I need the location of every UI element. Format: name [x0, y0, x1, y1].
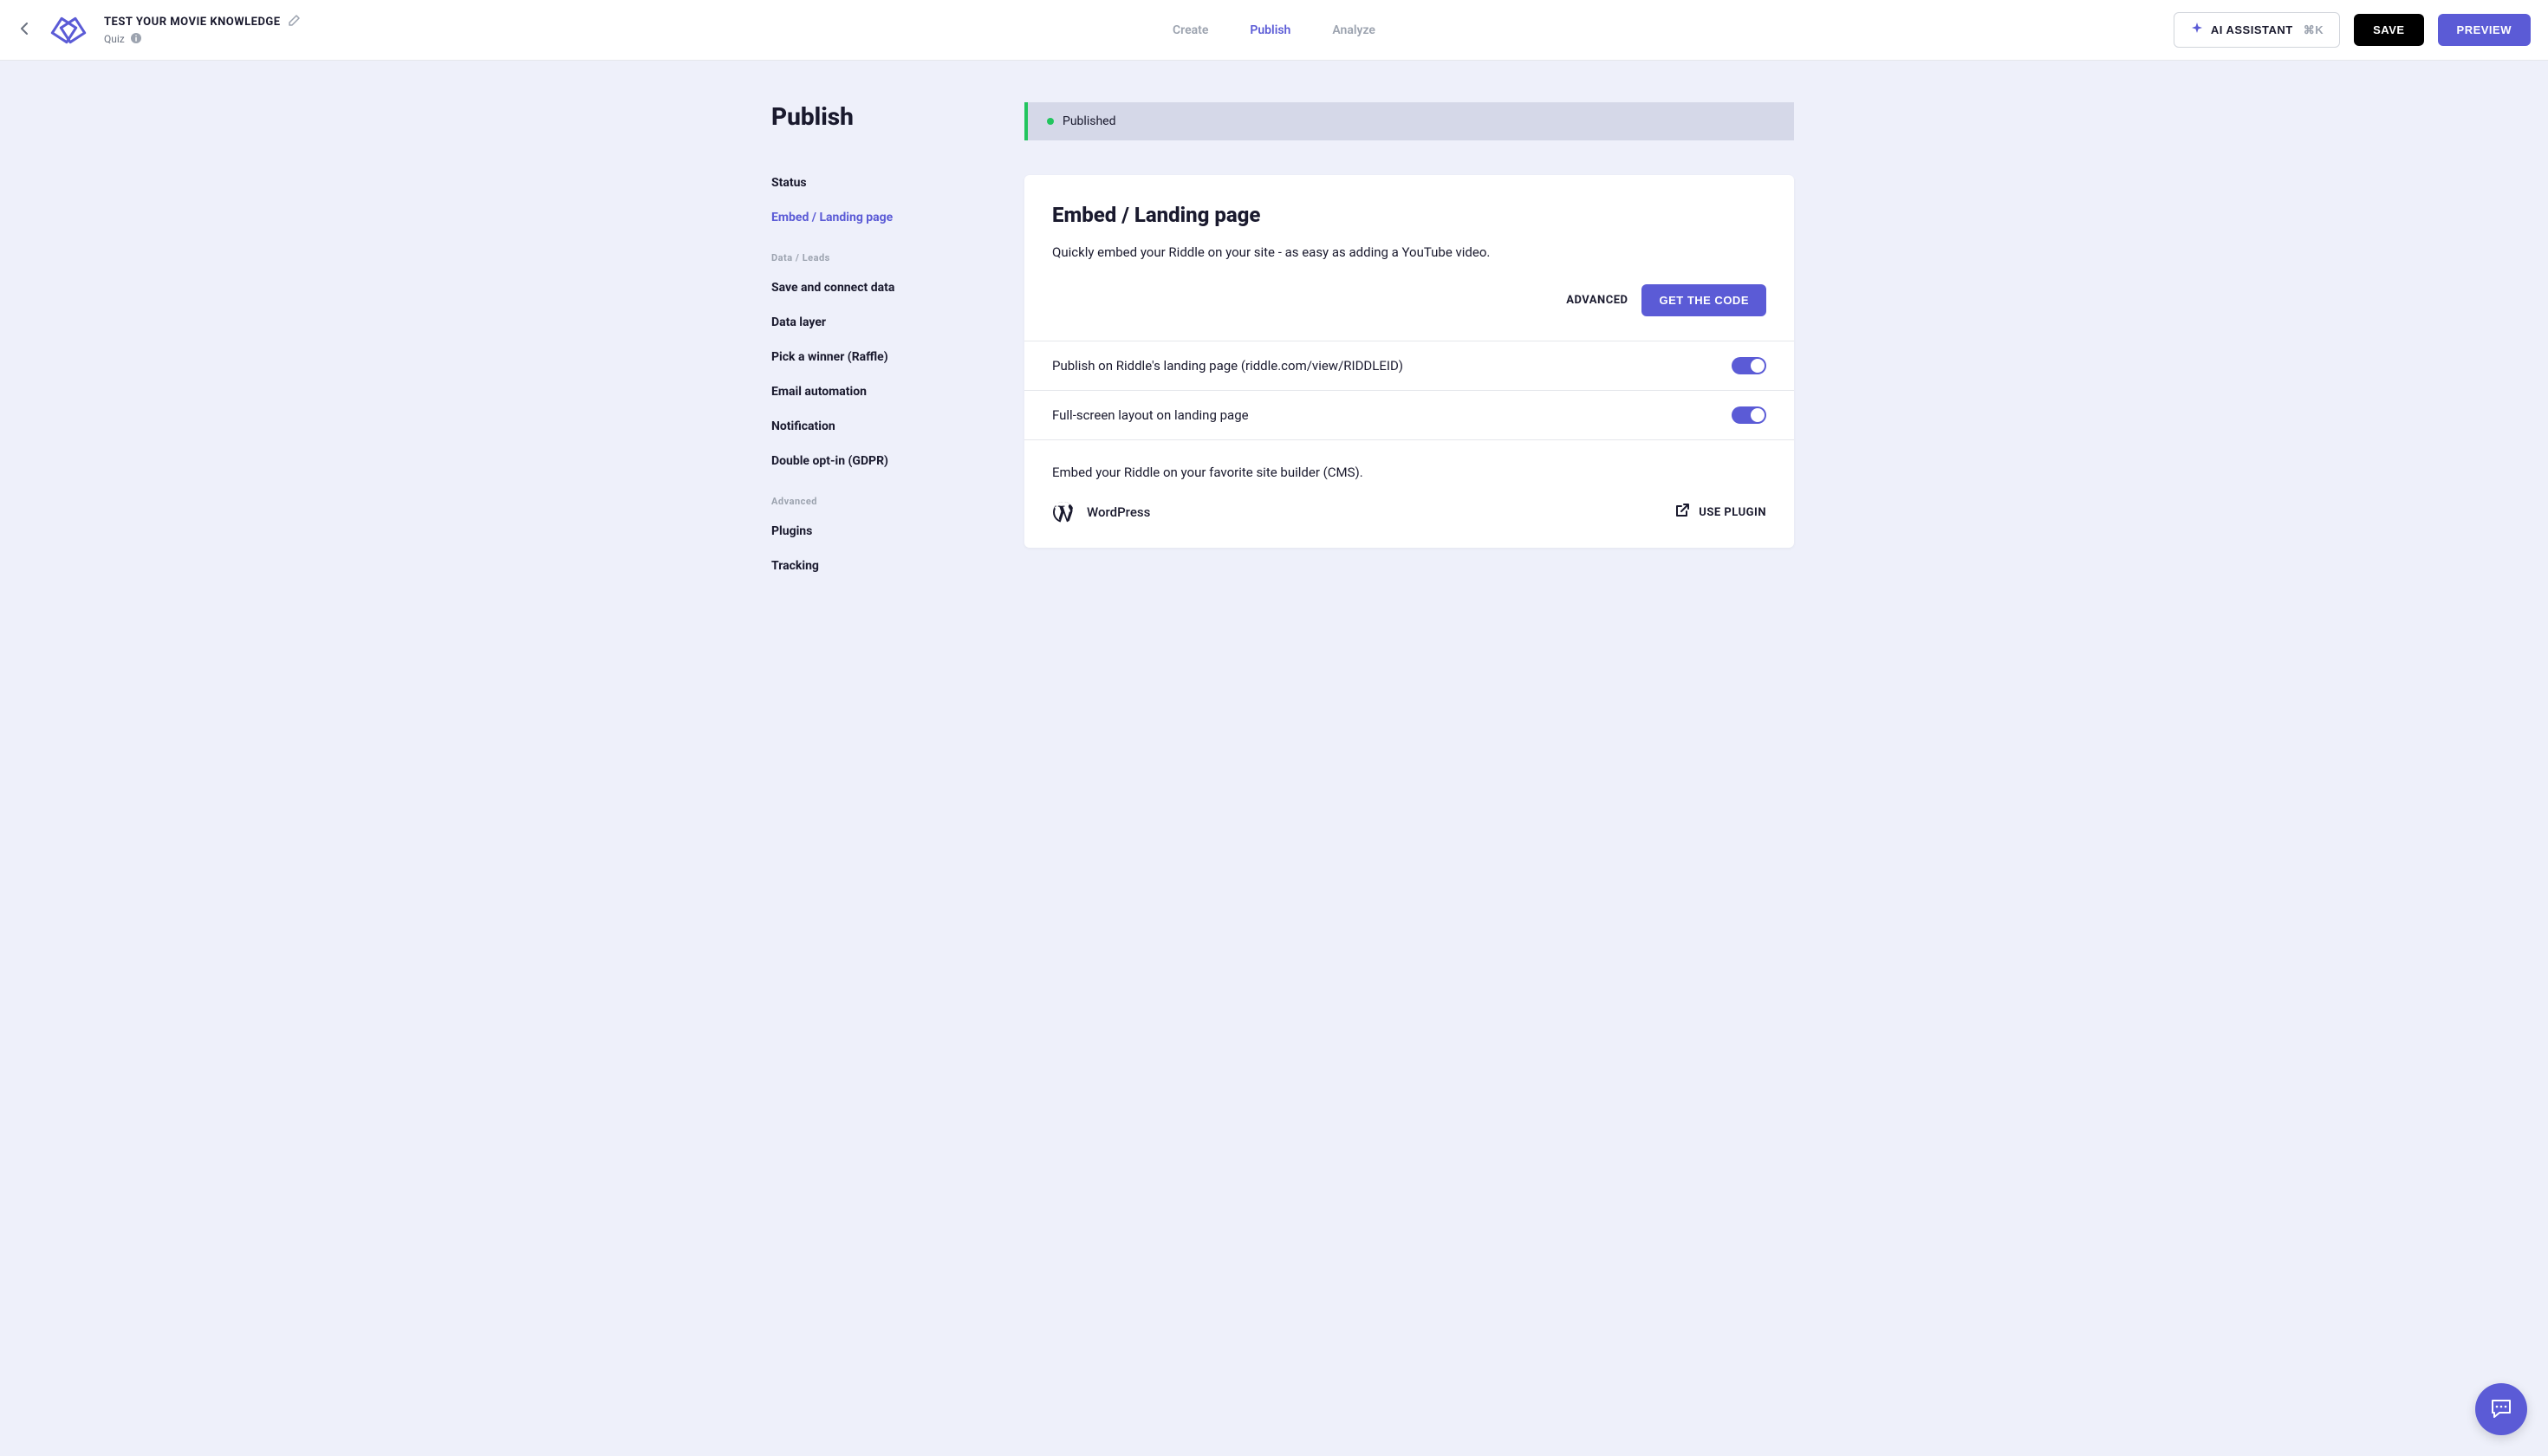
toggle-row-fullscreen: Full-screen layout on landing page	[1024, 390, 1794, 439]
cms-section: Embed your Riddle on your favorite site …	[1024, 439, 1794, 548]
status-bar: Published	[1024, 102, 1794, 140]
card-description: Quickly embed your Riddle on your site -…	[1052, 244, 1766, 260]
external-link-icon	[1674, 503, 1690, 522]
card-title: Embed / Landing page	[1052, 203, 1766, 227]
toggle-fullscreen[interactable]	[1732, 406, 1766, 424]
sidebar: Publish Status Embed / Landing page Data…	[754, 102, 997, 583]
cms-description: Embed your Riddle on your favorite site …	[1052, 465, 1766, 480]
subtitle-row: Quiz	[104, 32, 300, 47]
ai-assistant-button[interactable]: AI ASSISTANT ⌘K	[2174, 12, 2340, 48]
advanced-link[interactable]: ADVANCED	[1566, 284, 1628, 316]
sidebar-item-raffle[interactable]: Pick a winner (Raffle)	[771, 340, 997, 374]
toggle-label-landing: Publish on Riddle's landing page (riddle…	[1052, 358, 1403, 374]
card-actions: ADVANCED GET THE CODE	[1052, 284, 1766, 316]
page-title: Publish	[771, 102, 997, 131]
chat-button[interactable]	[2475, 1383, 2527, 1435]
quiz-type: Quiz	[104, 33, 125, 45]
sidebar-item-gdpr[interactable]: Double opt-in (GDPR)	[771, 444, 997, 478]
quiz-title: TEST YOUR MOVIE KNOWLEDGE	[104, 16, 281, 29]
sidebar-item-data-layer[interactable]: Data layer	[771, 305, 997, 340]
toggle-label-fullscreen: Full-screen layout on landing page	[1052, 407, 1249, 423]
edit-icon[interactable]	[288, 14, 300, 30]
use-plugin-label: USE PLUGIN	[1699, 506, 1766, 519]
header-left: TEST YOUR MOVIE KNOWLEDGE Quiz	[17, 11, 300, 49]
sidebar-item-tracking[interactable]: Tracking	[771, 549, 997, 583]
toggle-landing-page[interactable]	[1732, 357, 1766, 374]
ai-shortcut: ⌘K	[2304, 23, 2324, 37]
status-text: Published	[1063, 114, 1115, 128]
wordpress-icon	[1052, 501, 1075, 523]
sidebar-item-status[interactable]: Status	[771, 166, 997, 200]
sidebar-section-data: Data / Leads	[771, 235, 997, 270]
toggle-row-landing-page: Publish on Riddle's landing page (riddle…	[1024, 341, 1794, 390]
sidebar-item-save-connect[interactable]: Save and connect data	[771, 270, 997, 305]
sidebar-section-advanced: Advanced	[771, 478, 997, 514]
chevron-left-icon	[21, 23, 28, 35]
sparkle-icon	[2190, 22, 2204, 38]
tab-analyze[interactable]: Analyze	[1332, 23, 1375, 37]
app-header: TEST YOUR MOVIE KNOWLEDGE Quiz Create Pu…	[0, 0, 2548, 61]
ai-assistant-label: AI ASSISTANT	[2211, 23, 2293, 36]
card-header: Embed / Landing page Quickly embed your …	[1024, 175, 1794, 341]
chat-icon	[2489, 1397, 2513, 1421]
sidebar-item-notification[interactable]: Notification	[771, 409, 997, 444]
use-plugin-link[interactable]: USE PLUGIN	[1674, 503, 1766, 522]
tab-create[interactable]: Create	[1173, 23, 1208, 37]
cms-name-wordpress: WordPress	[1087, 504, 1150, 520]
cms-row-wordpress: WordPress USE PLUGIN	[1052, 501, 1766, 523]
sidebar-item-email[interactable]: Email automation	[771, 374, 997, 409]
sidebar-item-embed[interactable]: Embed / Landing page	[771, 200, 997, 235]
content-area: Published Embed / Landing page Quickly e…	[1024, 102, 1794, 583]
get-code-button[interactable]: GET THE CODE	[1641, 284, 1766, 316]
embed-card: Embed / Landing page Quickly embed your …	[1024, 175, 1794, 548]
status-dot-icon	[1047, 118, 1054, 125]
back-button[interactable]	[17, 19, 31, 41]
main-content: Publish Status Embed / Landing page Data…	[754, 61, 1794, 625]
cms-left: WordPress	[1052, 501, 1150, 523]
header-right: AI ASSISTANT ⌘K SAVE PREVIEW	[2174, 12, 2531, 48]
tab-publish[interactable]: Publish	[1250, 23, 1290, 37]
preview-button[interactable]: PREVIEW	[2438, 14, 2531, 46]
header-nav: Create Publish Analyze	[1173, 23, 1375, 37]
sidebar-item-plugins[interactable]: Plugins	[771, 514, 997, 549]
title-block: TEST YOUR MOVIE KNOWLEDGE Quiz	[104, 14, 300, 47]
title-row: TEST YOUR MOVIE KNOWLEDGE	[104, 14, 300, 30]
save-button[interactable]: SAVE	[2354, 14, 2423, 46]
info-icon[interactable]	[130, 32, 142, 47]
app-logo	[45, 11, 90, 49]
